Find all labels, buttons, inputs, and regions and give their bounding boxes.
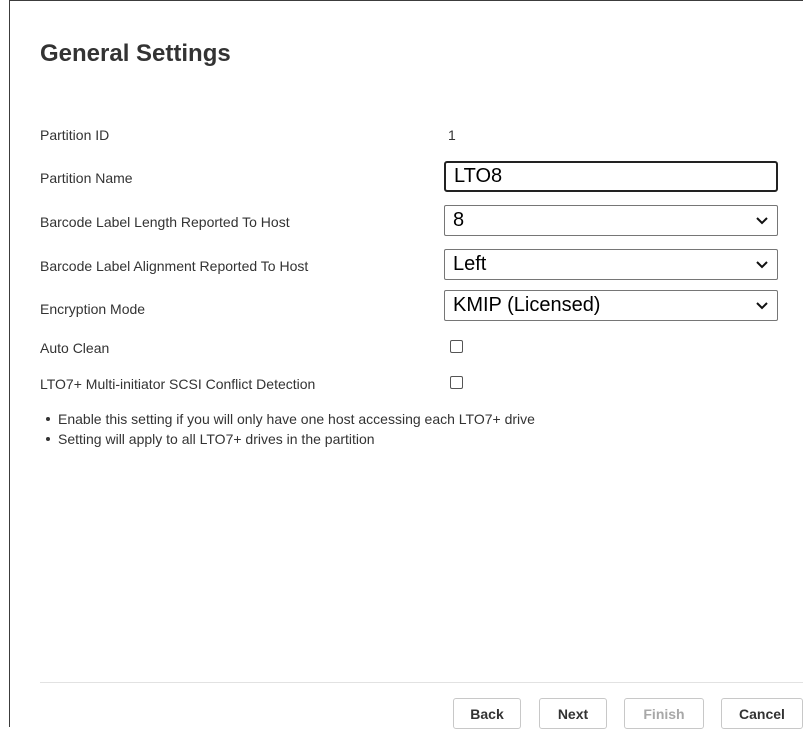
barcode-alignment-select[interactable]: Left — [444, 249, 778, 280]
chevron-down-icon — [756, 216, 768, 224]
conflict-detection-checkbox[interactable] — [450, 376, 463, 389]
encryption-mode-label: Encryption Mode — [40, 301, 146, 317]
cancel-button[interactable]: Cancel — [721, 698, 803, 729]
page-title: General Settings — [40, 40, 231, 67]
partition-name-input[interactable]: LTO8 — [444, 161, 778, 192]
barcode-length-value: 8 — [453, 209, 465, 231]
partition-name-label: Partition Name — [40, 170, 133, 186]
partition-id-label: Partition ID — [40, 127, 110, 143]
barcode-alignment-value: Left — [453, 253, 487, 275]
chevron-down-icon — [756, 260, 768, 268]
next-button[interactable]: Next — [539, 698, 607, 729]
encryption-mode-select[interactable]: KMIP (Licensed) — [444, 290, 778, 321]
barcode-length-select[interactable]: 8 — [444, 205, 778, 236]
auto-clean-label: Auto Clean — [40, 340, 110, 356]
footer-divider — [40, 682, 803, 683]
finish-button[interactable]: Finish — [624, 698, 704, 729]
partition-id-value: 1 — [448, 127, 456, 143]
chevron-down-icon — [756, 301, 768, 309]
dialog-frame — [9, 0, 803, 727]
encryption-mode-value: KMIP (Licensed) — [453, 294, 601, 316]
partition-name-value: LTO8 — [454, 165, 503, 187]
note-item: Setting will apply to all LTO7+ drives i… — [44, 431, 535, 447]
back-button[interactable]: Back — [453, 698, 521, 729]
barcode-length-label: Barcode Label Length Reported To Host — [40, 214, 290, 230]
note-item: Enable this setting if you will only hav… — [44, 411, 535, 427]
auto-clean-checkbox[interactable] — [450, 340, 463, 353]
barcode-alignment-label: Barcode Label Alignment Reported To Host — [40, 258, 309, 274]
conflict-notes: Enable this setting if you will only hav… — [44, 411, 535, 451]
conflict-detection-label: LTO7+ Multi-initiator SCSI Conflict Dete… — [40, 376, 316, 392]
